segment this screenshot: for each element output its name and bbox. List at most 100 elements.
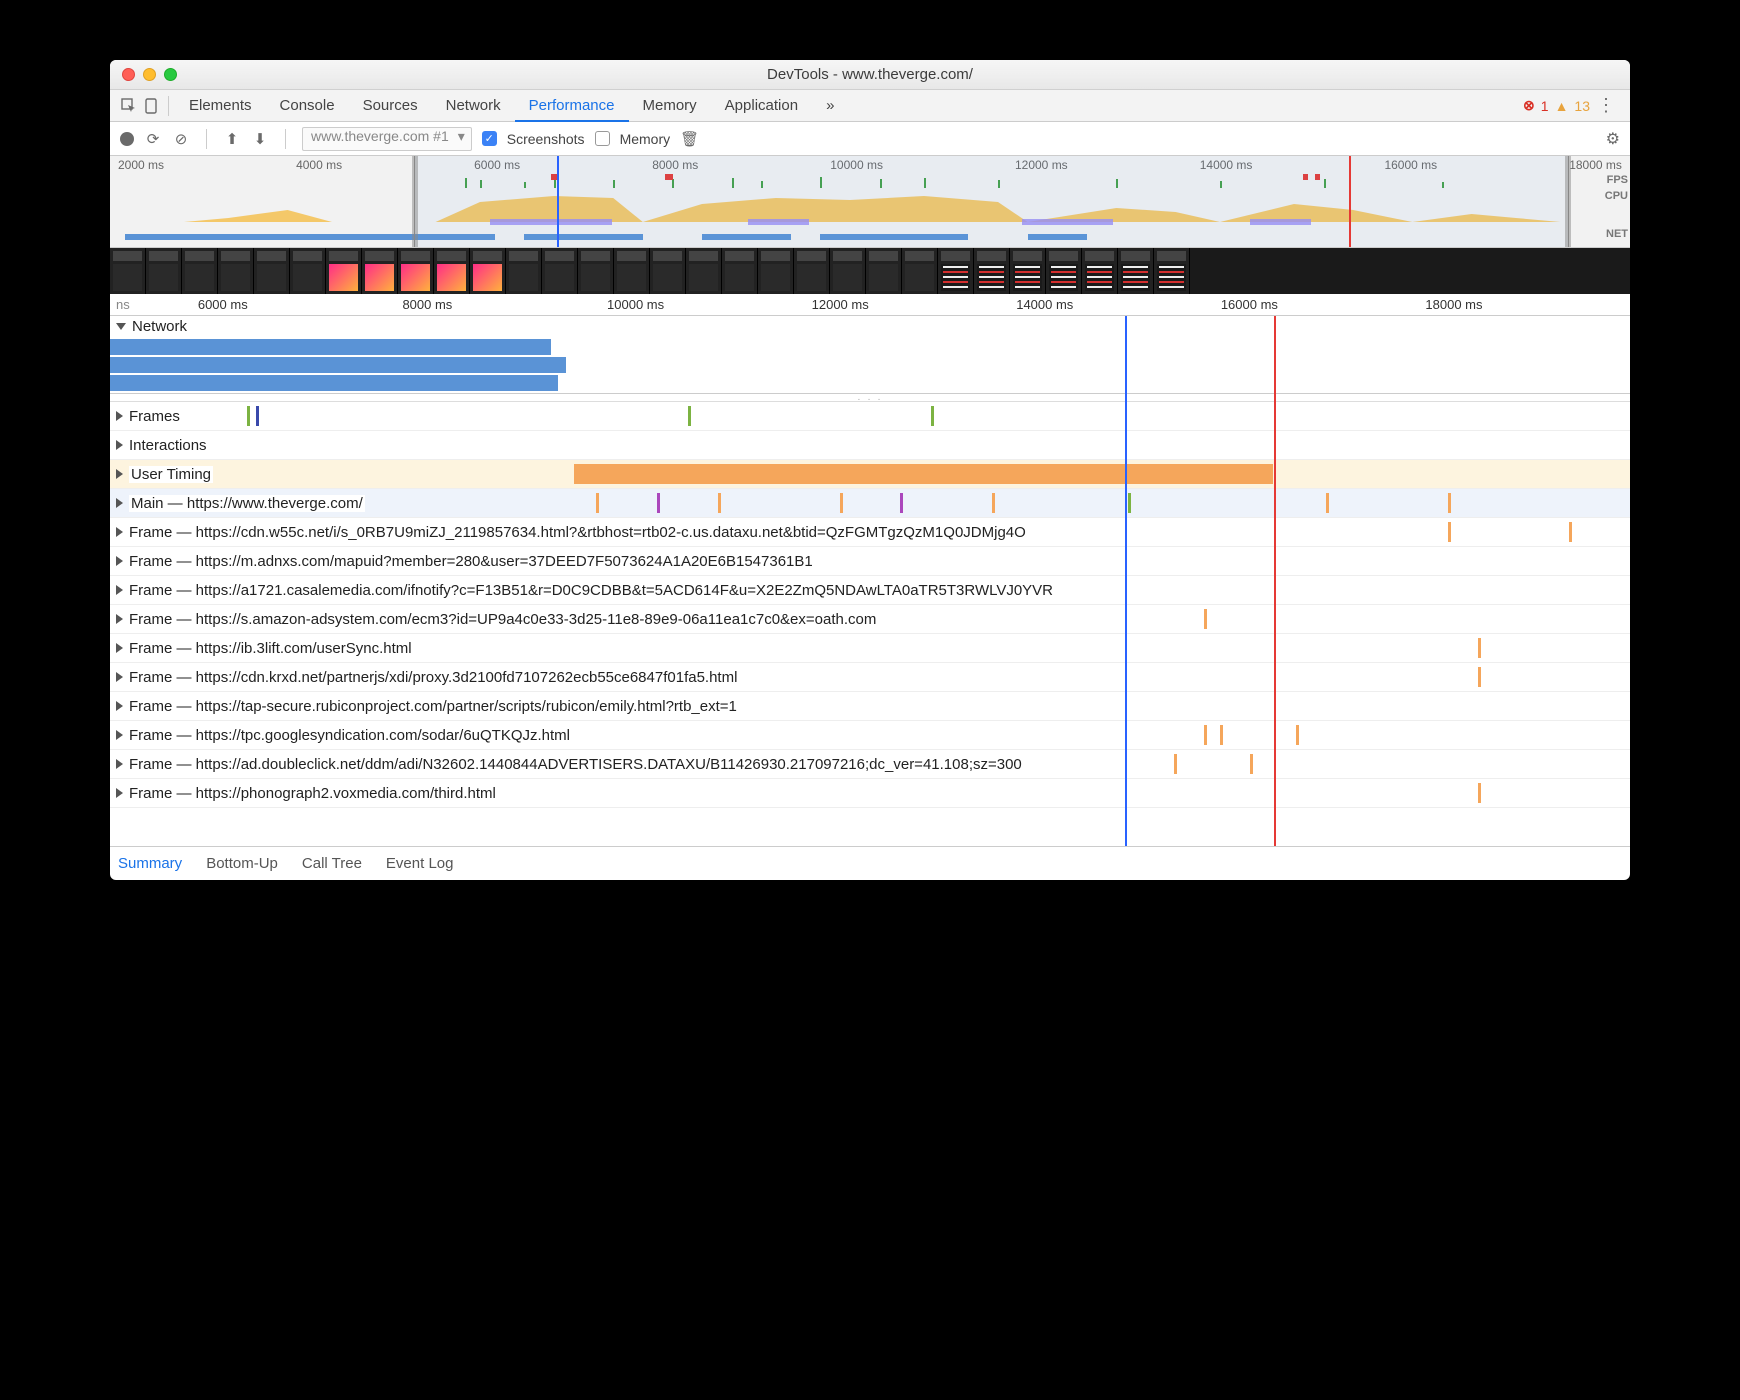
tab-sources[interactable]: Sources: [349, 90, 432, 121]
close-icon[interactable]: [122, 68, 135, 81]
tabs-overflow-icon[interactable]: »: [812, 90, 848, 121]
recording-select[interactable]: www.theverge.com #1: [302, 127, 472, 151]
filmstrip-thumb[interactable]: [398, 248, 434, 294]
frame-row[interactable]: Frame — https://cdn.w55c.net/i/s_0RB7U9m…: [110, 518, 1630, 547]
frame-row[interactable]: Frame — https://tap-secure.rubiconprojec…: [110, 692, 1630, 721]
chevron-right-icon: [116, 469, 123, 479]
window-title: DevTools - www.theverge.com/: [110, 66, 1630, 83]
chevron-right-icon: [116, 498, 123, 508]
tab-call-tree[interactable]: Call Tree: [302, 855, 362, 872]
frame-row[interactable]: Frame — https://ib.3lift.com/userSync.ht…: [110, 634, 1630, 663]
filmstrip-thumb[interactable]: [182, 248, 218, 294]
frame-row[interactable]: Frame — https://phonograph2.voxmedia.com…: [110, 779, 1630, 808]
tab-console[interactable]: Console: [266, 90, 349, 121]
filmstrip-thumb[interactable]: [938, 248, 974, 294]
filmstrip-thumb[interactable]: [470, 248, 506, 294]
tab-memory[interactable]: Memory: [629, 90, 711, 121]
filmstrip-thumb[interactable]: [1046, 248, 1082, 294]
minimize-icon[interactable]: [143, 68, 156, 81]
tab-network[interactable]: Network: [432, 90, 515, 121]
titlebar: DevTools - www.theverge.com/: [110, 60, 1630, 90]
filmstrip-thumb[interactable]: [722, 248, 758, 294]
inspect-icon[interactable]: [118, 98, 140, 114]
clear-icon[interactable]: ⊘: [172, 130, 190, 148]
tab-event-log[interactable]: Event Log: [386, 855, 454, 872]
chevron-right-icon: [116, 527, 123, 537]
error-count-icon[interactable]: ⊗: [1523, 97, 1535, 114]
upload-icon[interactable]: ⬆: [223, 130, 241, 148]
section-network[interactable]: Network: [110, 316, 1630, 337]
warning-count-icon[interactable]: ▲: [1555, 98, 1569, 114]
filmstrip-thumb[interactable]: [146, 248, 182, 294]
frame-row[interactable]: Frame — https://ad.doubleclick.net/ddm/a…: [110, 750, 1630, 779]
filmstrip-thumb[interactable]: [686, 248, 722, 294]
tab-application[interactable]: Application: [711, 90, 812, 121]
tab-summary[interactable]: Summary: [118, 855, 182, 872]
frame-row[interactable]: Frame — https://s.amazon-adsystem.com/ec…: [110, 605, 1630, 634]
network-bars[interactable]: [110, 337, 1630, 393]
menu-icon[interactable]: ⋮: [1596, 95, 1616, 116]
screenshots-label: Screenshots: [507, 131, 585, 147]
chevron-right-icon: [116, 643, 123, 653]
chevron-right-icon: [116, 672, 123, 682]
resize-grip[interactable]: · · ·: [110, 394, 1630, 402]
tab-elements[interactable]: Elements: [175, 90, 266, 121]
filmstrip-thumb[interactable]: [902, 248, 938, 294]
filmstrip-thumb[interactable]: [110, 248, 146, 294]
chevron-right-icon: [116, 730, 123, 740]
filmstrip-thumb[interactable]: [1154, 248, 1190, 294]
filmstrip-thumb[interactable]: [578, 248, 614, 294]
settings-icon[interactable]: ⚙: [1606, 129, 1620, 149]
download-icon[interactable]: ⬇: [251, 130, 269, 148]
chevron-right-icon: [116, 440, 123, 450]
range-handle-right[interactable]: [1565, 156, 1571, 247]
filmstrip-thumb[interactable]: [1010, 248, 1046, 294]
memory-label: Memory: [620, 131, 671, 147]
frame-row[interactable]: Frame — https://a1721.casalemedia.com/if…: [110, 576, 1630, 605]
filmstrip-thumb[interactable]: [362, 248, 398, 294]
zoom-icon[interactable]: [164, 68, 177, 81]
chevron-down-icon: [116, 323, 126, 330]
trash-icon[interactable]: 🗑: [680, 130, 698, 148]
frame-row[interactable]: Frame — https://cdn.krxd.net/partnerjs/x…: [110, 663, 1630, 692]
tab-bottom-up[interactable]: Bottom-Up: [206, 855, 278, 872]
screenshots-checkbox[interactable]: ✓: [482, 131, 497, 146]
filmstrip-thumb[interactable]: [974, 248, 1010, 294]
section-main[interactable]: Main — https://www.theverge.com/: [110, 489, 1630, 518]
time-ruler[interactable]: ns 6000 ms 8000 ms 10000 ms 12000 ms 140…: [110, 294, 1630, 316]
filmstrip-thumb[interactable]: [614, 248, 650, 294]
section-interactions[interactable]: Interactions: [110, 431, 1630, 460]
filmstrip-thumb[interactable]: [866, 248, 902, 294]
section-frames[interactable]: Frames: [110, 402, 1630, 431]
filmstrip-thumb[interactable]: [326, 248, 362, 294]
filmstrip-thumb[interactable]: [758, 248, 794, 294]
chevron-right-icon: [116, 556, 123, 566]
filmstrip-thumb[interactable]: [650, 248, 686, 294]
chevron-right-icon: [116, 411, 123, 421]
filmstrip-thumb[interactable]: [542, 248, 578, 294]
filmstrip-thumb[interactable]: [218, 248, 254, 294]
filmstrip-thumb[interactable]: [254, 248, 290, 294]
perf-toolbar: ⟳ ⊘ ⬆ ⬇ www.theverge.com #1 ✓ Screenshot…: [110, 122, 1630, 156]
tab-performance[interactable]: Performance: [515, 91, 629, 122]
device-icon[interactable]: [140, 98, 162, 114]
chevron-right-icon: [116, 701, 123, 711]
flame-chart-area: Network · · · Frames Interactions: [110, 316, 1630, 846]
filmstrip-thumb[interactable]: [830, 248, 866, 294]
filmstrip-thumb[interactable]: [1082, 248, 1118, 294]
filmstrip-thumb[interactable]: [290, 248, 326, 294]
overview-timeline[interactable]: 2000 ms 4000 ms 6000 ms 8000 ms 10000 ms…: [110, 156, 1630, 248]
filmstrip[interactable]: [110, 248, 1630, 294]
filmstrip-thumb[interactable]: [794, 248, 830, 294]
section-user-timing[interactable]: User Timing: [110, 460, 1630, 489]
memory-checkbox[interactable]: [595, 131, 610, 146]
frame-row[interactable]: Frame — https://m.adnxs.com/mapuid?membe…: [110, 547, 1630, 576]
filmstrip-thumb[interactable]: [506, 248, 542, 294]
record-icon[interactable]: [120, 132, 134, 146]
reload-icon[interactable]: ⟳: [144, 130, 162, 148]
range-handle-left[interactable]: [412, 156, 418, 247]
filmstrip-thumb[interactable]: [1118, 248, 1154, 294]
filmstrip-thumb[interactable]: [434, 248, 470, 294]
warning-count: 13: [1574, 98, 1590, 114]
frame-row[interactable]: Frame — https://tpc.googlesyndication.co…: [110, 721, 1630, 750]
